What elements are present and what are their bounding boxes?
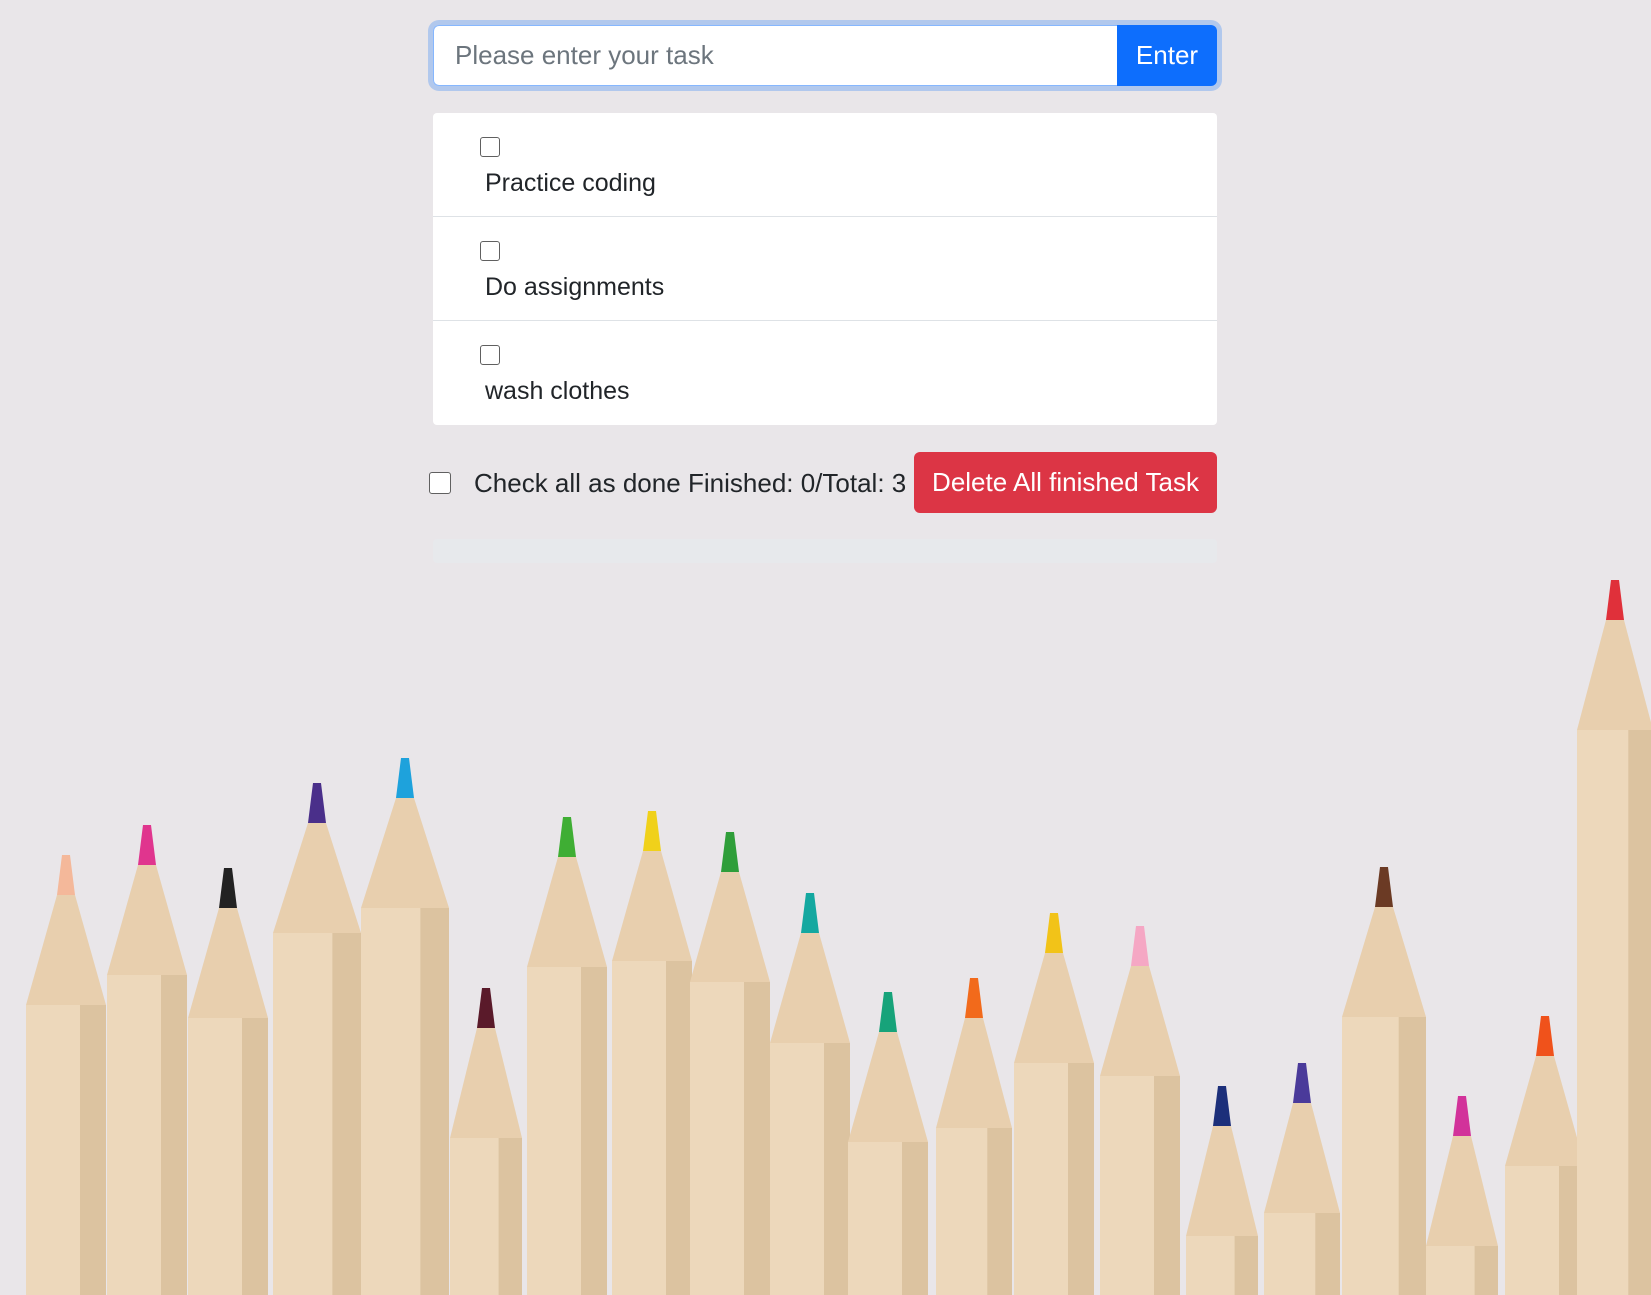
pencil-shade (420, 908, 449, 1295)
pencil-lead (396, 758, 414, 798)
pencil-shade (332, 933, 361, 1295)
pencil-lead (965, 978, 983, 1018)
list-item: Practice coding (433, 113, 1217, 217)
pencil-wood-tip (273, 823, 361, 933)
pencil-lead (1213, 1086, 1231, 1126)
pencil-lead (1453, 1096, 1471, 1136)
task-label: Practice coding (485, 169, 656, 197)
pencil-wood-tip (612, 851, 692, 961)
pencil-shade (498, 1138, 522, 1295)
check-all-checkbox[interactable] (429, 472, 451, 494)
task-list: Practice coding Do assignments wash clot… (433, 113, 1217, 425)
pencil-lead (1375, 867, 1393, 907)
pencil-lead (219, 868, 237, 908)
pencil-wood-tip (527, 857, 607, 967)
pencil-lead (308, 783, 326, 823)
task-input-group: Enter (433, 25, 1217, 86)
pencil-shade (80, 1005, 106, 1295)
progress-bar (433, 539, 1217, 563)
delete-finished-button[interactable]: Delete All finished Task (914, 452, 1217, 513)
pencil-wood-tip (1577, 620, 1651, 730)
pencil-shade (1628, 730, 1651, 1295)
task-label: Do assignments (485, 273, 665, 301)
pencil-wood-tip (690, 872, 770, 982)
pencil-lead (1536, 1016, 1554, 1056)
task-input[interactable] (433, 25, 1117, 86)
pencil-wood-tip (188, 908, 268, 1018)
enter-button[interactable]: Enter (1117, 25, 1217, 86)
pencil-wood-tip (107, 865, 187, 975)
pencil-wood-tip (26, 895, 106, 1005)
pencil-lead (643, 811, 661, 851)
pencil-lead (879, 992, 897, 1032)
pencil-lead (477, 988, 495, 1028)
pencil-wood-tip (1505, 1056, 1585, 1166)
pencil-wood-tip (1426, 1136, 1498, 1246)
pencil-lead (1293, 1063, 1311, 1103)
pencil-shade (161, 975, 187, 1295)
pencil-shade (1315, 1213, 1340, 1295)
list-item: wash clothes (433, 321, 1217, 425)
pencil-wood-tip (1100, 966, 1180, 1076)
list-item: Do assignments (433, 217, 1217, 321)
pencil-shade (1068, 1063, 1094, 1295)
pencil-lead (558, 817, 576, 857)
pencil-wood-tip (1014, 953, 1094, 1063)
pencil-lead (57, 855, 75, 895)
pencil-shade (1398, 1017, 1426, 1295)
pencil-lead (721, 832, 739, 872)
task-checkbox[interactable] (480, 137, 500, 157)
pencil-shade (902, 1142, 928, 1295)
pencil-wood-tip (1186, 1126, 1258, 1236)
pencil-lead (1131, 926, 1149, 966)
pencil-shade (581, 967, 607, 1295)
todo-app: Enter Practice coding Do assignments was… (429, 25, 1217, 563)
pencil-wood-tip (1342, 907, 1426, 1017)
pencil-lead (801, 893, 819, 933)
pencil-wood-tip (848, 1032, 928, 1142)
task-checkbox[interactable] (480, 345, 500, 365)
pencil-wood-tip (770, 933, 850, 1043)
pencil-shade (1154, 1076, 1180, 1295)
pencil-shade (744, 982, 770, 1295)
pencil-shade (824, 1043, 850, 1295)
pencil-shade (666, 961, 692, 1295)
pencil-lead (1606, 580, 1624, 620)
pencil-shade (1474, 1246, 1498, 1295)
pencil-wood-tip (936, 1018, 1012, 1128)
pencil-wood-tip (450, 1028, 522, 1138)
task-checkbox[interactable] (480, 241, 500, 261)
pencil-wood-tip (1264, 1103, 1340, 1213)
pencil-shade (987, 1128, 1012, 1295)
pencil-wood-tip (361, 798, 449, 908)
task-footer: Check all as done Finished: 0/Total: 3 D… (429, 452, 1217, 513)
pencil-lead (1045, 913, 1063, 953)
check-all-label: Check all as done (474, 468, 681, 498)
pencil-shade (242, 1018, 268, 1295)
task-label: wash clothes (485, 377, 630, 405)
finished-total-status: Finished: 0/Total: 3 (688, 468, 907, 498)
pencil-shade (1234, 1236, 1258, 1295)
pencil-lead (138, 825, 156, 865)
